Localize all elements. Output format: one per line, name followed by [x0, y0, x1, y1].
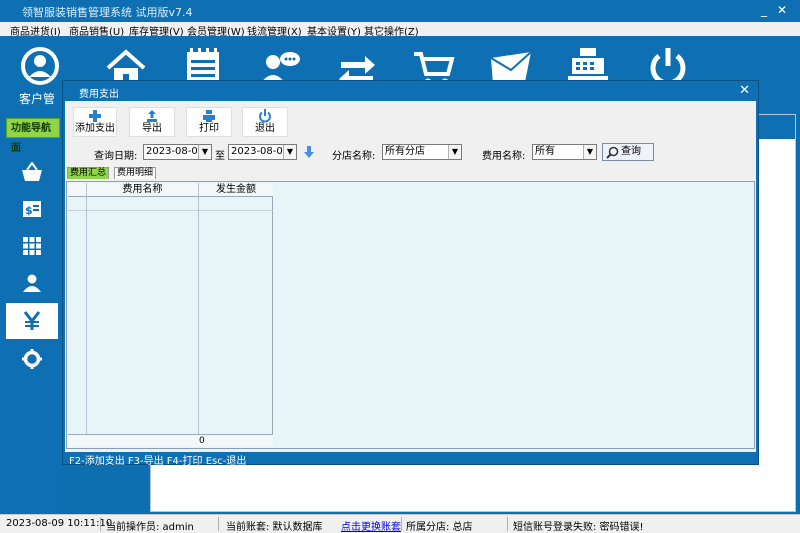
add-expense-button[interactable]: 添加支出 — [73, 107, 117, 137]
export-button[interactable]: 导出 — [129, 107, 175, 137]
print-button[interactable]: 打印 — [186, 107, 232, 137]
dialog-close-icon[interactable]: ✕ — [739, 83, 750, 98]
row-header-corner — [68, 183, 86, 197]
expense-name-label: 费用名称: — [482, 151, 526, 162]
status-sms: 短信账号登录失败: 密码错误! — [513, 522, 644, 533]
dialog-title: 费用支出 — [79, 89, 119, 100]
dialog-body: 添加支出 导出 打印 退出 查询日期: 2023-08-01 ▼ 至 2023-… — [65, 101, 756, 452]
chevron-down-icon[interactable]: ▼ — [583, 145, 596, 159]
column-header-amount[interactable]: 发生金额 — [198, 183, 273, 197]
gear-icon — [22, 349, 42, 369]
search-button[interactable]: 查询 — [602, 143, 654, 161]
add-expense-label: 添加支出 — [75, 123, 115, 134]
grid-divider — [86, 183, 87, 447]
date-to-value: 2023-08-09 — [231, 146, 290, 157]
dollar-list-icon: $ — [23, 201, 41, 217]
grid-divider — [198, 183, 199, 447]
date-from-picker[interactable]: 2023-08-01 ▼ — [143, 144, 212, 160]
sidebar-item-purchase[interactable] — [6, 154, 58, 190]
date-to-picker[interactable]: 2023-08-09 ▼ — [228, 144, 297, 160]
expense-grid-frame: 费用名称 发生金额 0 — [66, 181, 755, 449]
status-separator — [218, 517, 219, 531]
status-separator — [507, 517, 508, 531]
nav-title: 功能导航面 — [6, 118, 60, 154]
to-label: 至 — [215, 151, 225, 162]
close-window-button[interactable]: ✕ — [774, 2, 790, 18]
grid-total-row: 0 — [68, 434, 273, 447]
export-icon — [147, 110, 157, 122]
branch-select[interactable]: 所有分店 ▼ — [382, 144, 462, 160]
status-datetime: 2023-08-09 10:11:10 — [6, 518, 113, 529]
expense-name-value: 所有 — [535, 146, 555, 157]
search-icon — [606, 146, 619, 159]
sidebar-item-members[interactable] — [6, 265, 58, 301]
customer-label: 客户管 — [19, 92, 56, 106]
title-bar: 领智服装销售管理系统 试用版v7.4 _ ✕ — [0, 0, 800, 22]
sidebar-item-settings[interactable] — [6, 341, 58, 377]
switch-account-link[interactable]: 点击更换账套 — [341, 518, 401, 533]
grid-icon — [23, 237, 41, 255]
date-from-value: 2023-08-01 — [146, 146, 205, 157]
sidebar-item-sales[interactable]: $ — [6, 191, 58, 227]
status-bar: 2023-08-09 10:11:10 当前操作员: admin 当前账套: 默… — [0, 514, 800, 533]
customer-icon[interactable] — [18, 46, 62, 90]
chevron-down-icon[interactable]: ▼ — [198, 145, 211, 159]
print-label: 打印 — [199, 123, 219, 134]
arrow-down-icon[interactable] — [303, 145, 315, 159]
exit-button[interactable]: 退出 — [242, 107, 288, 137]
expense-grid: 费用名称 发生金额 0 — [68, 183, 273, 447]
tab-expense-summary[interactable]: 费用汇总 — [67, 167, 110, 179]
svg-text:$: $ — [25, 204, 33, 217]
sidebar-item-cashflow[interactable] — [6, 303, 58, 339]
expense-dialog: 费用支出 ✕ 添加支出 导出 打印 退出 查询日期: 2023-08-01 ▼ … — [62, 80, 759, 467]
tab-expense-detail[interactable]: 费用明细 — [114, 167, 157, 179]
chevron-down-icon[interactable]: ▼ — [448, 145, 461, 159]
sidebar-item-inventory[interactable] — [6, 228, 58, 264]
user-icon — [23, 274, 41, 292]
chevron-down-icon[interactable]: ▼ — [283, 145, 296, 159]
status-account: 当前账套: 默认数据库 — [226, 522, 323, 533]
status-separator — [401, 517, 402, 531]
status-branch: 所属分店: 总店 — [406, 522, 473, 533]
status-operator: 当前操作员: admin — [106, 522, 194, 533]
column-header-expense-name[interactable]: 费用名称 — [86, 183, 198, 197]
status-separator — [100, 517, 101, 531]
search-label: 查询 — [621, 146, 641, 157]
export-label: 导出 — [142, 123, 162, 134]
basket-icon — [22, 162, 42, 181]
shortcut-hints: F2-添加支出 F3-导出 F4-打印 Esc-退出 — [69, 456, 247, 467]
table-row[interactable] — [68, 198, 273, 211]
branch-label: 分店名称: — [332, 151, 376, 162]
window-title: 领智服装销售管理系统 试用版v7.4 — [22, 6, 193, 19]
yen-icon — [23, 311, 41, 330]
branch-value: 所有分店 — [385, 146, 425, 157]
date-label: 查询日期: — [94, 151, 138, 162]
total-amount: 0 — [199, 436, 205, 446]
dialog-title-bar: 费用支出 ✕ — [63, 81, 758, 101]
plus-icon — [89, 110, 101, 122]
printer-icon — [203, 110, 215, 122]
minimize-button[interactable]: _ — [756, 2, 772, 18]
expense-name-select[interactable]: 所有 ▼ — [532, 144, 597, 160]
menu-bar: 商品进货(I) 商品销售(U) 库存管理(V) 会员管理(W) 钱流管理(X) … — [0, 22, 800, 38]
power-icon — [259, 109, 271, 123]
exit-label: 退出 — [255, 123, 275, 134]
